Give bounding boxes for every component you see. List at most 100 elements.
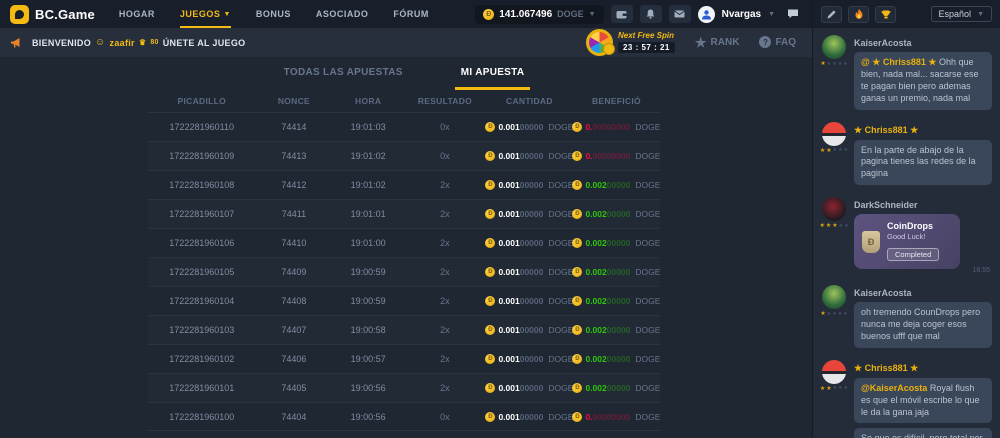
cell-amount: Ð0.00100000DOGE (486, 180, 573, 190)
chat-message-body: ★ Chriss881 ★ En la parte de abajo de la … (854, 122, 992, 191)
coindrops-completed-button[interactable]: Completed (887, 248, 939, 261)
notifications-button[interactable] (640, 5, 662, 23)
menu-item-hogar[interactable]: HOGAR (119, 0, 155, 28)
tab-todas-las-apuestas[interactable]: TODAS LAS APUESTAS (278, 67, 409, 90)
cell-amount-decimals: 00000 (520, 412, 544, 422)
table-row[interactable]: 17222819601087441219:01:022xÐ0.00100000D… (148, 170, 660, 199)
user-mention[interactable]: @ ★ Chriss881 ★ (861, 57, 936, 67)
star-icon: ★ (695, 36, 707, 49)
messages-button[interactable] (669, 5, 691, 23)
tab-mi-apuesta[interactable]: MI APUESTA (455, 67, 531, 90)
chat-message: ★★★★★ ★ Chriss881 ★ En la parte de abajo d… (821, 122, 992, 191)
cell-amount-value: 0.001 (498, 209, 519, 219)
table-row[interactable]: 17222819601027440619:00:572xÐ0.00100000D… (148, 344, 660, 373)
chat-messages: ★★★★★KaiserAcosta@ ★ Chriss881 ★ Ohh que… (813, 35, 1000, 438)
menu-item-fórum[interactable]: FÓRUM (393, 0, 429, 28)
smiley-emoji-icon: ☺ (95, 37, 106, 48)
menu-item-asociado[interactable]: ASOCIADO (316, 0, 369, 28)
username[interactable]: Nvargas (722, 9, 761, 20)
chevron-down-icon[interactable]: ▼ (768, 11, 775, 18)
avatar[interactable] (822, 197, 846, 221)
cell-amount-value: 0.001 (498, 180, 519, 190)
cell-profit-value: 0. (585, 122, 592, 132)
cell-hash: 1722281960108 (148, 180, 256, 190)
table-row[interactable]: 17222819601097441319:01:020xÐ0.00100000D… (148, 141, 660, 170)
chat-username[interactable]: DarkSchneider (854, 200, 992, 210)
table-row[interactable]: 17222819601057440919:00:592xÐ0.00100000D… (148, 257, 660, 286)
table-row[interactable]: 17222819601107441419:01:030xÐ0.00100000D… (148, 112, 660, 141)
cell-profit-decimals: 00000 (607, 383, 631, 393)
user-star-rating: ★★★★★ (820, 148, 848, 154)
brand-logo[interactable]: BC.Game (10, 5, 119, 24)
free-spin-widget[interactable]: Next Free Spin 23 : 57 : 21 (586, 29, 675, 56)
wallet-button[interactable] (611, 5, 633, 23)
cell-amount-value: 0.001 (498, 412, 519, 422)
cell-profit-value: 0.002 (585, 296, 606, 306)
chat-toggle-button[interactable] (782, 5, 804, 23)
rank-link[interactable]: ★ RANK (695, 36, 740, 49)
balance-selector[interactable]: Ð 141.067496 DOGE ▼ (475, 5, 603, 24)
chat-username[interactable]: ★ Chriss881 ★ (854, 363, 992, 374)
doge-coin-icon: Ð (572, 151, 582, 161)
doge-coin-icon: Ð (485, 238, 495, 248)
table-row[interactable]: 17222819601017440519:00:562xÐ0.00100000D… (148, 373, 660, 402)
cell-amount-value: 0.001 (498, 151, 519, 161)
cell-profit-value: 0.002 (585, 325, 606, 335)
doge-coin-icon: Ð (572, 238, 582, 248)
user-avatar[interactable] (698, 6, 715, 23)
cell-amount-decimals: 00000 (520, 296, 544, 306)
cell-profit-decimals: 00000000 (593, 412, 631, 422)
user-mention[interactable]: @KaiserAcosta (861, 383, 927, 393)
doge-coin-icon: Ð (485, 122, 495, 132)
column-header: BENEFICIÓ (573, 96, 660, 106)
avatar[interactable] (822, 122, 846, 146)
chat-username[interactable]: ★ Chriss881 ★ (854, 125, 992, 136)
cell-amount-value: 0.001 (498, 267, 519, 277)
cell-time: 19:01:00 (332, 238, 404, 248)
table-row[interactable]: 17222819601067441019:01:002xÐ0.00100000D… (148, 228, 660, 257)
chevron-down-icon: ▼ (589, 11, 596, 18)
menu-item-juegos[interactable]: JUEGOS▼ (180, 0, 231, 28)
chat-bubble-text: En la parte de abajo de la pagina tienes… (861, 145, 976, 179)
currency-label: DOGE (548, 412, 573, 422)
currency-label: DOGE (548, 296, 573, 306)
table-row[interactable]: 17222819601007440419:00:560xÐ0.00100000D… (148, 402, 660, 431)
menu-item-bonus[interactable]: BONUS (256, 0, 291, 28)
chat-username[interactable]: KaiserAcosta (854, 288, 992, 298)
avatar[interactable] (822, 35, 846, 59)
chat-hot-button[interactable] (848, 6, 869, 23)
star-off-icon: ★ (844, 224, 848, 229)
table-row[interactable]: 17222819601037440719:00:582xÐ0.00100000D… (148, 315, 660, 344)
faq-link[interactable]: ? FAQ (759, 36, 796, 48)
star-icon: ★ (820, 311, 825, 317)
chat-rules-button[interactable] (821, 6, 842, 23)
announcement-text[interactable]: BIENVENIDO ☺ zaafir ♛ 80 ÚNETE AL JUEGO (32, 37, 245, 48)
cell-profit: Ð0.00200000DOGE (573, 354, 660, 364)
cell-time: 19:01:02 (332, 180, 404, 190)
cell-amount: Ð0.00100000DOGE (486, 151, 573, 161)
cell-profit-decimals: 00000 (607, 180, 631, 190)
cell-profit-value: 0.002 (585, 383, 606, 393)
star-off-icon: ★ (843, 312, 847, 317)
language-selector[interactable]: Español ▼ (931, 6, 992, 22)
coindrops-card[interactable]: ÐCoinDropsGood Luck!Completed (854, 214, 960, 269)
chat-contest-button[interactable] (875, 6, 896, 23)
avatar[interactable] (822, 285, 846, 309)
announcement-suffix: ÚNETE AL JUEGO (163, 38, 246, 48)
table-row[interactable]: 17222819601047440819:00:592xÐ0.00100000D… (148, 286, 660, 315)
currency-label: DOGE (635, 180, 660, 190)
chat-username[interactable]: KaiserAcosta (854, 38, 992, 48)
cell-profit: Ð0.00200000DOGE (573, 296, 660, 306)
cell-amount: Ð0.00100000DOGE (486, 354, 573, 364)
cell-time: 19:00:58 (332, 325, 404, 335)
table-row[interactable]: 17222819601077441119:01:012xÐ0.00100000D… (148, 199, 660, 228)
avatar[interactable] (822, 360, 846, 384)
cell-profit-decimals: 00000 (607, 325, 631, 335)
user-star-rating: ★★★★★ (820, 61, 847, 67)
bets-table: PICADILLONONCEHORARESULTADOCANTIDADBENEF… (148, 90, 660, 431)
cell-nonce: 74413 (256, 151, 333, 161)
currency-label: DOGE (635, 267, 660, 277)
flame-icon (855, 9, 863, 19)
cell-hash: 1722281960104 (148, 296, 256, 306)
cell-profit: Ð0.00200000DOGE (573, 180, 660, 190)
